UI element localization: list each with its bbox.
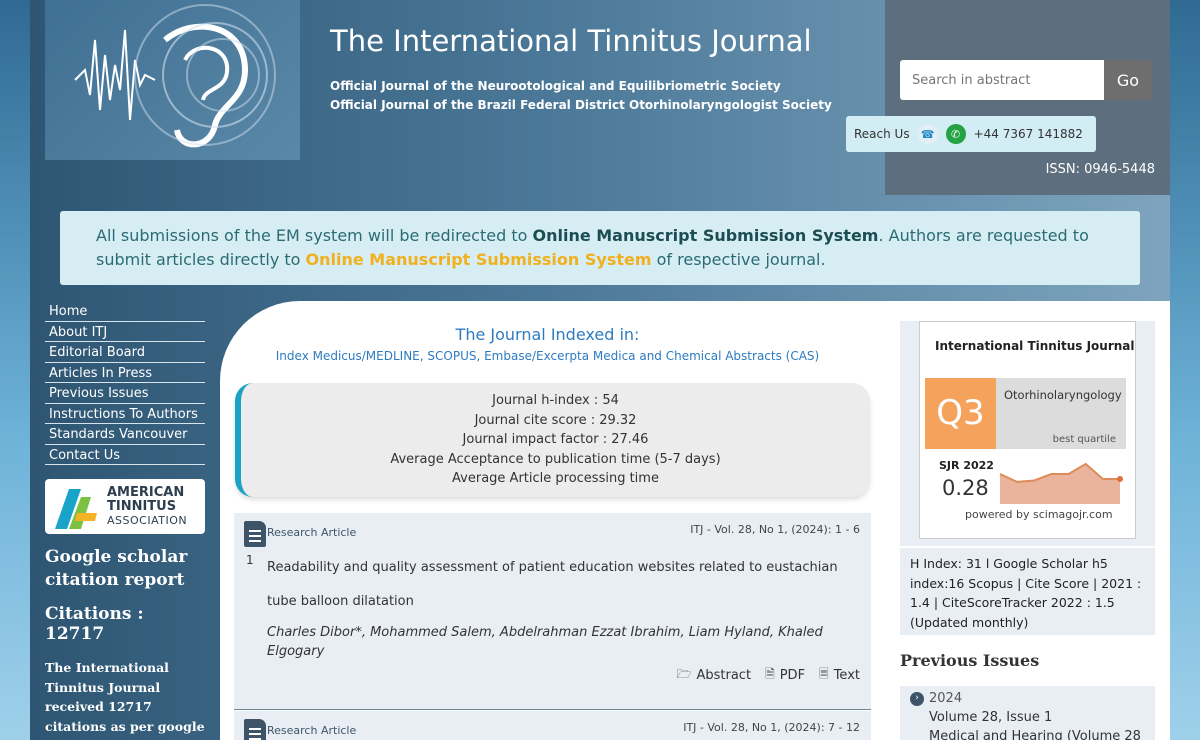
sjr-journal-name: International Tinnitus Journal [935, 339, 1135, 353]
left-sidebar: Home About ITJ Editorial Board Articles … [45, 301, 205, 740]
nav-articles-in-press[interactable]: Articles In Press [45, 363, 205, 383]
whatsapp-icon[interactable]: ✆ [945, 124, 966, 144]
journal-title: The International Tinnitus Journal [330, 24, 812, 58]
issue-link[interactable]: Volume 28, Issue 1 [910, 708, 1145, 727]
document-icon [244, 521, 266, 547]
sjr-powered-by: powered by scimagojr.com [965, 508, 1113, 521]
indexed-list[interactable]: Index Medicus/MEDLINE, SCOPUS, Embase/Ex… [220, 349, 875, 363]
nav-instructions-to-authors[interactable]: Instructions To Authors [45, 404, 205, 424]
pdf-link-label: PDF [779, 668, 806, 683]
abstract-link[interactable]: 🗁 Abstract [677, 665, 751, 686]
notice-text-3: of respective journal. [656, 250, 826, 269]
citations-count: Citations : 12717 [45, 604, 144, 644]
hindex-info: H Index: 31 l Google Scholar h5 index:16… [900, 548, 1155, 635]
header-right-panel: Go Reach Us ☎ ✆ +44 7367 141882 ISSN: 09… [846, 0, 1170, 195]
reach-us-bar: Reach Us ☎ ✆ +44 7367 141882 [846, 116, 1096, 152]
nav-standards-vancouver[interactable]: Standards Vancouver [45, 424, 205, 445]
phone-icon[interactable]: ☎ [917, 124, 938, 144]
open-folder-icon: 🗁 [676, 667, 692, 681]
nav-editorial-board[interactable]: Editorial Board [45, 342, 205, 363]
article-links: 🗁 Abstract 🗎 PDF 🗏 Text [677, 665, 860, 686]
sjr-year: SJR 2022 [939, 459, 994, 472]
stat-cite-score: Journal cite score : 29.32 [474, 412, 637, 428]
gs-citation-title: Google scholar citation report [45, 547, 188, 590]
article-reference: ITJ - Vol. 28, No 1, (2024): 1 - 6 [690, 523, 860, 536]
ata-logo[interactable]: AMERICAN TINNITUS ASSOCIATION [45, 479, 205, 534]
stat-h-index: Journal h-index : 54 [492, 393, 619, 408]
previous-issues-title: Previous Issues [900, 651, 1040, 670]
sjr-best-quartile: best quartile [1052, 434, 1116, 445]
document-icon [244, 719, 266, 740]
article-title[interactable]: Readability and quality assessment of pa… [267, 551, 857, 619]
chevron-right-icon: › [910, 691, 924, 706]
article-authors: Charles Dibor*, Mohammed Salem, Abdelrah… [267, 625, 823, 659]
gs-citation-description: The International Tinnitus Journal recei… [45, 660, 205, 740]
ata-line-3: ASSOCIATION [107, 513, 188, 527]
nav-previous-issues[interactable]: Previous Issues [45, 383, 205, 404]
notice-link-2[interactable]: Online Manuscript Submission System [306, 250, 652, 269]
sjr-trend-point [1117, 476, 1123, 483]
abstract-link-label: Abstract [696, 668, 752, 683]
page: The International Tinnitus Journal Offic… [30, 0, 1170, 740]
journal-logo[interactable] [45, 0, 300, 160]
article-reference: ITJ - Vol. 28, No 1, (2024): 7 - 12 [683, 721, 860, 734]
stat-processing-time: Average Article processing time [452, 471, 659, 486]
article-type: Research Article [267, 526, 357, 539]
submission-notice: All submissions of the EM system will be… [60, 211, 1140, 285]
main-content: The Journal Indexed in: Index Medicus/ME… [220, 301, 1170, 740]
nav-about[interactable]: About ITJ [45, 322, 205, 342]
pdf-file-icon: 🗎 [765, 667, 775, 681]
notice-link-1[interactable]: Online Manuscript Submission System [532, 226, 878, 245]
issn-label: ISSN: 0946-5448 [1045, 162, 1155, 177]
right-column: International Tinnitus Journal Q3 Otorhi… [900, 321, 1155, 740]
sjr-card: International Tinnitus Journal Q3 Otorhi… [919, 321, 1136, 539]
reach-us-label: Reach Us [854, 127, 910, 141]
issue-link[interactable]: Medical and Hearing (Volume 28 [910, 727, 1145, 740]
search-input[interactable] [900, 60, 1104, 100]
article-number: 1 [246, 553, 254, 567]
article-card: Research Article ITJ - Vol. 28, No 1, (2… [234, 711, 871, 740]
text-file-icon: 🗏 [819, 667, 829, 681]
ata-mark-icon [55, 488, 97, 529]
article-type: Research Article [267, 724, 357, 737]
year-label: 2024 [929, 691, 963, 706]
journal-subtitle-2: Official Journal of the Brazil Federal D… [330, 98, 832, 112]
journal-subtitle-1: Official Journal of the Neurootological … [330, 79, 781, 93]
sjr-field-box: Otorhinolaryngology best quartile [996, 378, 1126, 449]
stat-impact-factor: Journal impact factor : 27.46 [462, 432, 649, 447]
search-go-button[interactable]: Go [1104, 60, 1152, 100]
ata-line-2: TINNITUS [107, 498, 177, 514]
year-toggle[interactable]: › 2024 [910, 689, 1145, 708]
stat-acceptance-time: Average Acceptance to publication time (… [390, 451, 721, 467]
nav-contact-us[interactable]: Contact Us [45, 445, 205, 465]
ata-line-1: AMERICAN [107, 484, 185, 500]
sjr-trend-chart [999, 462, 1123, 504]
sjr-quartile: Q3 [925, 378, 996, 449]
pdf-link[interactable]: 🗎 PDF [765, 665, 805, 686]
text-link[interactable]: 🗏 Text [819, 665, 860, 686]
phone-number[interactable]: +44 7367 141882 [974, 127, 1083, 141]
search-form: Go [900, 60, 1152, 100]
sjr-field: Otorhinolaryngology [1004, 388, 1122, 402]
article-card: Research Article ITJ - Vol. 28, No 1, (2… [234, 513, 871, 710]
notice-text-1: All submissions of the EM system will be… [96, 226, 528, 245]
indexed-title: The Journal Indexed in: [455, 325, 640, 344]
previous-issues-list: › 2024 Volume 28, Issue 1 Medical and He… [900, 686, 1155, 740]
sjr-trend-area [1000, 463, 1120, 504]
sjr-value: 0.28 [942, 476, 989, 500]
nav-home[interactable]: Home [45, 301, 205, 322]
sjr-widget[interactable]: International Tinnitus Journal Q3 Otorhi… [900, 321, 1155, 546]
journal-stats-box: Journal h-index : 54 Journal cite score … [235, 383, 870, 497]
ear-logo-icon [74, 4, 276, 148]
text-link-label: Text [833, 668, 860, 683]
